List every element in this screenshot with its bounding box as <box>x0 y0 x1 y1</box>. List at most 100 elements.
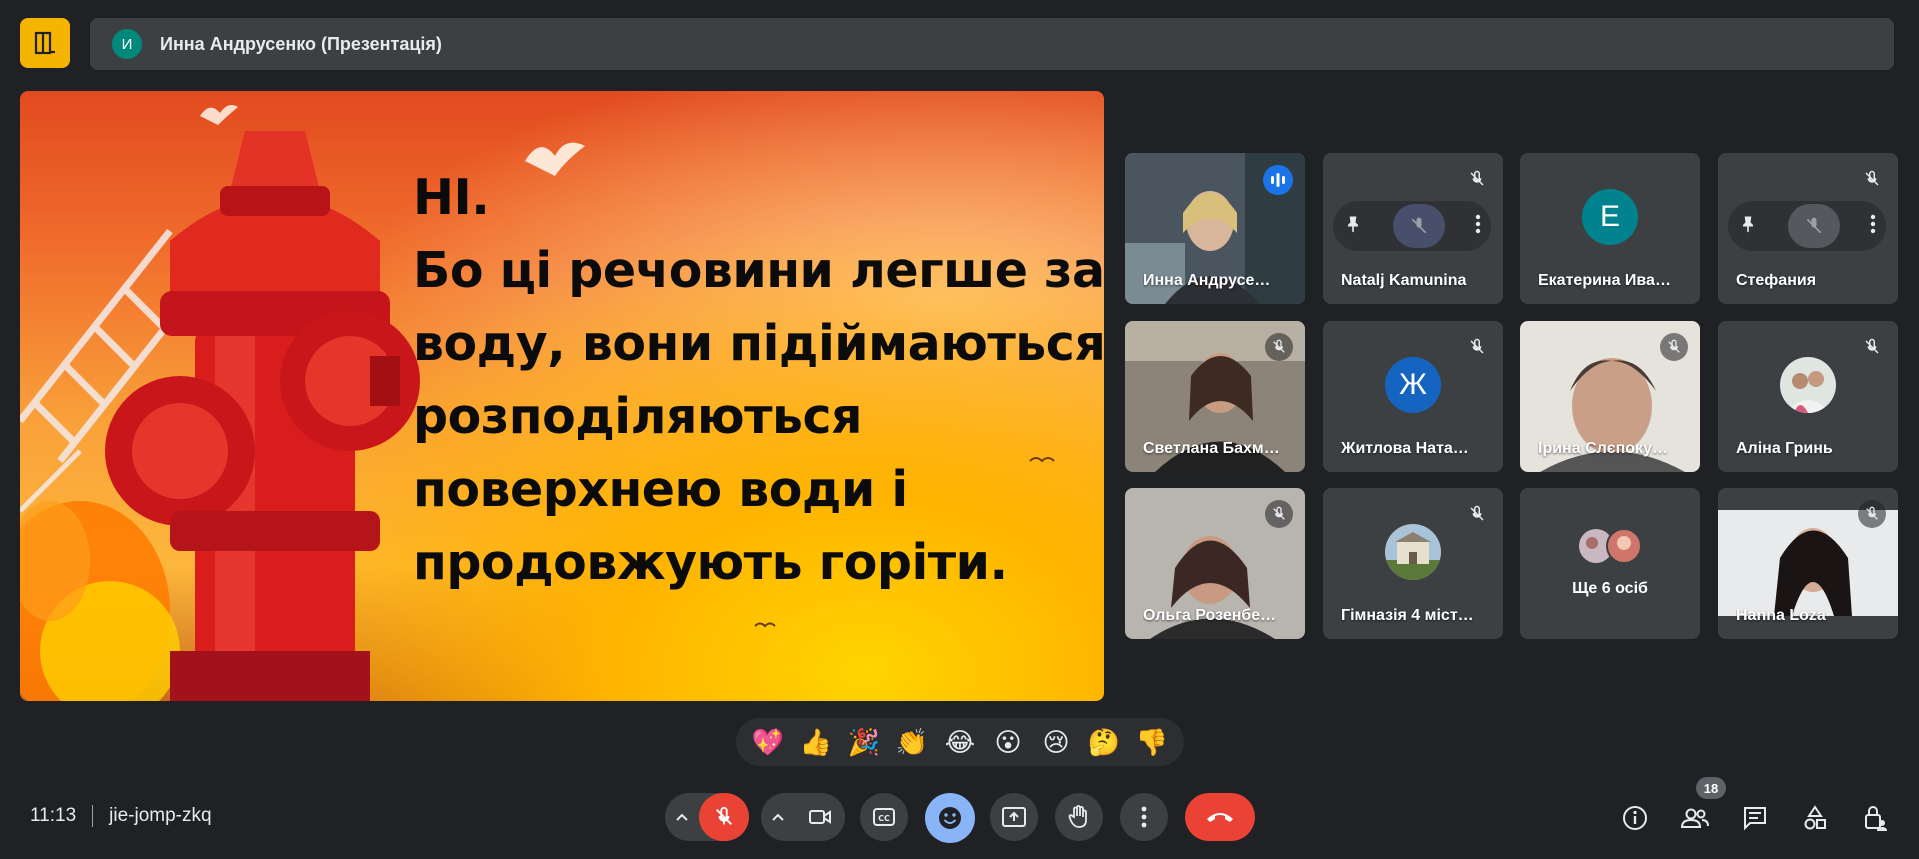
people-icon <box>1680 808 1709 828</box>
reaction-party-icon[interactable]: 🎉 <box>844 722 884 762</box>
chat-icon <box>1744 807 1766 831</box>
more-participants-avatars <box>1579 528 1642 564</box>
current-time: 11:13 <box>30 805 77 826</box>
participant-tile[interactable]: Ірина Слєпоку… <box>1520 321 1700 472</box>
participant-name: Екатерина Ива… <box>1538 272 1671 289</box>
meeting-details-button[interactable] <box>1615 798 1655 838</box>
slide-line: воду, вони підіймаються, <box>413 315 1104 372</box>
slide-line: Бо ці речовини легше за <box>413 242 1104 299</box>
participant-name: Hanna Loza <box>1736 607 1826 624</box>
captions-button[interactable]: CC <box>860 793 908 841</box>
mic-off-icon <box>1660 333 1688 361</box>
pin-icon[interactable] <box>1343 214 1363 239</box>
mute-participant-icon[interactable] <box>1393 204 1445 248</box>
present-screen-icon <box>1002 807 1026 827</box>
reaction-thinking-icon[interactable]: 🤔 <box>1084 722 1124 762</box>
tile-hover-controls <box>1728 201 1886 251</box>
participant-tile[interactable]: Гімназія 4 міст… <box>1323 488 1503 639</box>
lock-person-icon <box>1865 806 1887 831</box>
camera-control <box>761 793 845 841</box>
participant-name: Стефания <box>1736 272 1817 289</box>
reaction-clap-icon[interactable]: 👏 <box>892 722 932 762</box>
more-vert-icon <box>1141 806 1147 828</box>
participant-tile[interactable]: Светлана Бахм… <box>1125 321 1305 472</box>
participant-name: Светлана Бахм… <box>1143 440 1280 457</box>
participant-name: Ольга Розенбе… <box>1143 607 1277 624</box>
reaction-laugh-icon[interactable]: 😂 <box>940 722 980 762</box>
participant-tile[interactable]: Hanna Loza <box>1718 488 1898 639</box>
reaction-heart-icon[interactable]: 💖 <box>748 722 788 762</box>
slide-line: НІ. <box>413 169 490 226</box>
more-options-icon[interactable] <box>1475 214 1481 239</box>
presentation-banner[interactable]: И Инна Андрусенко (Презентація) <box>90 18 1894 70</box>
participant-name: Гімназія 4 міст… <box>1341 607 1474 624</box>
presenter-title: Инна Андрусенко (Презентація) <box>160 33 442 54</box>
more-options-button[interactable] <box>1120 793 1168 841</box>
participant-avatar <box>1780 356 1836 413</box>
camera-toggle-button[interactable] <box>795 793 845 841</box>
reactions-button[interactable] <box>925 793 975 843</box>
audio-options-chevron-icon[interactable] <box>665 793 699 841</box>
reactions-bar: 💖 👍 🎉 👏 😂 😮 😢 🤔 👎 <box>736 718 1184 766</box>
mic-off-icon <box>1463 333 1491 361</box>
activities-icon <box>1804 805 1826 830</box>
participant-avatar: Е <box>1582 188 1638 245</box>
participant-tile[interactable]: Е Екатерина Ива… <box>1520 153 1700 304</box>
emoji-icon <box>939 807 961 829</box>
reaction-thumbs-up-icon[interactable]: 👍 <box>796 722 836 762</box>
slide-line: розподіляються <box>413 388 862 445</box>
participant-tile[interactable]: Стефания <box>1718 153 1898 304</box>
participant-tile[interactable]: Natalj Kamunina <box>1323 153 1503 304</box>
slide-line: поверхнею води і <box>413 461 908 518</box>
video-options-chevron-icon[interactable] <box>761 793 795 841</box>
mic-off-icon <box>1858 333 1886 361</box>
mute-participant-icon[interactable] <box>1788 204 1840 248</box>
chat-button[interactable] <box>1735 798 1775 838</box>
more-participants-tile[interactable]: Ще 6 осіб <box>1520 488 1700 639</box>
participant-name: Житлова Ната… <box>1341 440 1469 457</box>
mic-toggle-button[interactable] <box>699 793 749 841</box>
reaction-sad-icon[interactable]: 😢 <box>1036 722 1076 762</box>
reaction-thumbs-down-icon[interactable]: 👎 <box>1132 722 1172 762</box>
end-call-icon <box>1207 813 1233 822</box>
participant-avatar <box>1385 523 1441 580</box>
participant-name: Ірина Слєпоку… <box>1538 440 1668 457</box>
presentation-slide: НІ. Бо ці речовини легше за воду, вони п… <box>20 91 1104 701</box>
meeting-code: jie-jomp-zkq <box>109 805 212 826</box>
present-button[interactable] <box>990 793 1038 841</box>
pin-icon[interactable] <box>1738 214 1758 239</box>
slide-text: НІ. Бо ці речовини легше за воду, вони п… <box>413 161 1104 599</box>
slide-line: продовжують горіти. <box>413 534 1008 591</box>
activities-button[interactable] <box>1795 798 1835 838</box>
participant-tile[interactable]: Аліна Гринь <box>1718 321 1898 472</box>
speaking-indicator-icon <box>1263 165 1293 195</box>
mic-off-icon <box>1858 165 1886 193</box>
participant-tile[interactable]: Ольга Розенбе… <box>1125 488 1305 639</box>
host-controls-button[interactable] <box>1855 798 1895 838</box>
microphone-control <box>665 793 749 841</box>
mic-off-icon <box>1463 165 1491 193</box>
more-options-icon[interactable] <box>1870 214 1876 239</box>
leave-call-button[interactable] <box>1185 793 1255 841</box>
participant-name: Аліна Гринь <box>1736 440 1833 457</box>
tile-hover-controls <box>1333 201 1491 251</box>
people-button[interactable] <box>1675 798 1715 838</box>
meet-logo-icon[interactable] <box>20 18 70 68</box>
captions-icon: CC <box>873 808 895 826</box>
participant-count-badge: 18 <box>1696 777 1726 799</box>
mic-off-icon <box>1265 333 1293 361</box>
mic-off-icon <box>1463 500 1491 528</box>
mic-off-icon <box>1858 500 1886 528</box>
participant-name: Инна Андрусе… <box>1143 272 1271 289</box>
svg-text:CC: CC <box>878 814 890 823</box>
participant-tile[interactable]: Инна Андрусе… <box>1125 153 1305 304</box>
raise-hand-button[interactable] <box>1055 793 1103 841</box>
mic-off-icon <box>1265 500 1293 528</box>
meeting-info: 11:13 jie-jomp-zkq <box>30 805 212 827</box>
more-participants-label: Ще 6 осіб <box>1572 580 1648 597</box>
participant-name: Natalj Kamunina <box>1341 272 1467 289</box>
participant-avatar: Ж <box>1385 356 1441 413</box>
participant-tile[interactable]: Ж Житлова Ната… <box>1323 321 1503 472</box>
presenter-avatar: И <box>112 29 142 59</box>
reaction-surprised-icon[interactable]: 😮 <box>988 722 1028 762</box>
